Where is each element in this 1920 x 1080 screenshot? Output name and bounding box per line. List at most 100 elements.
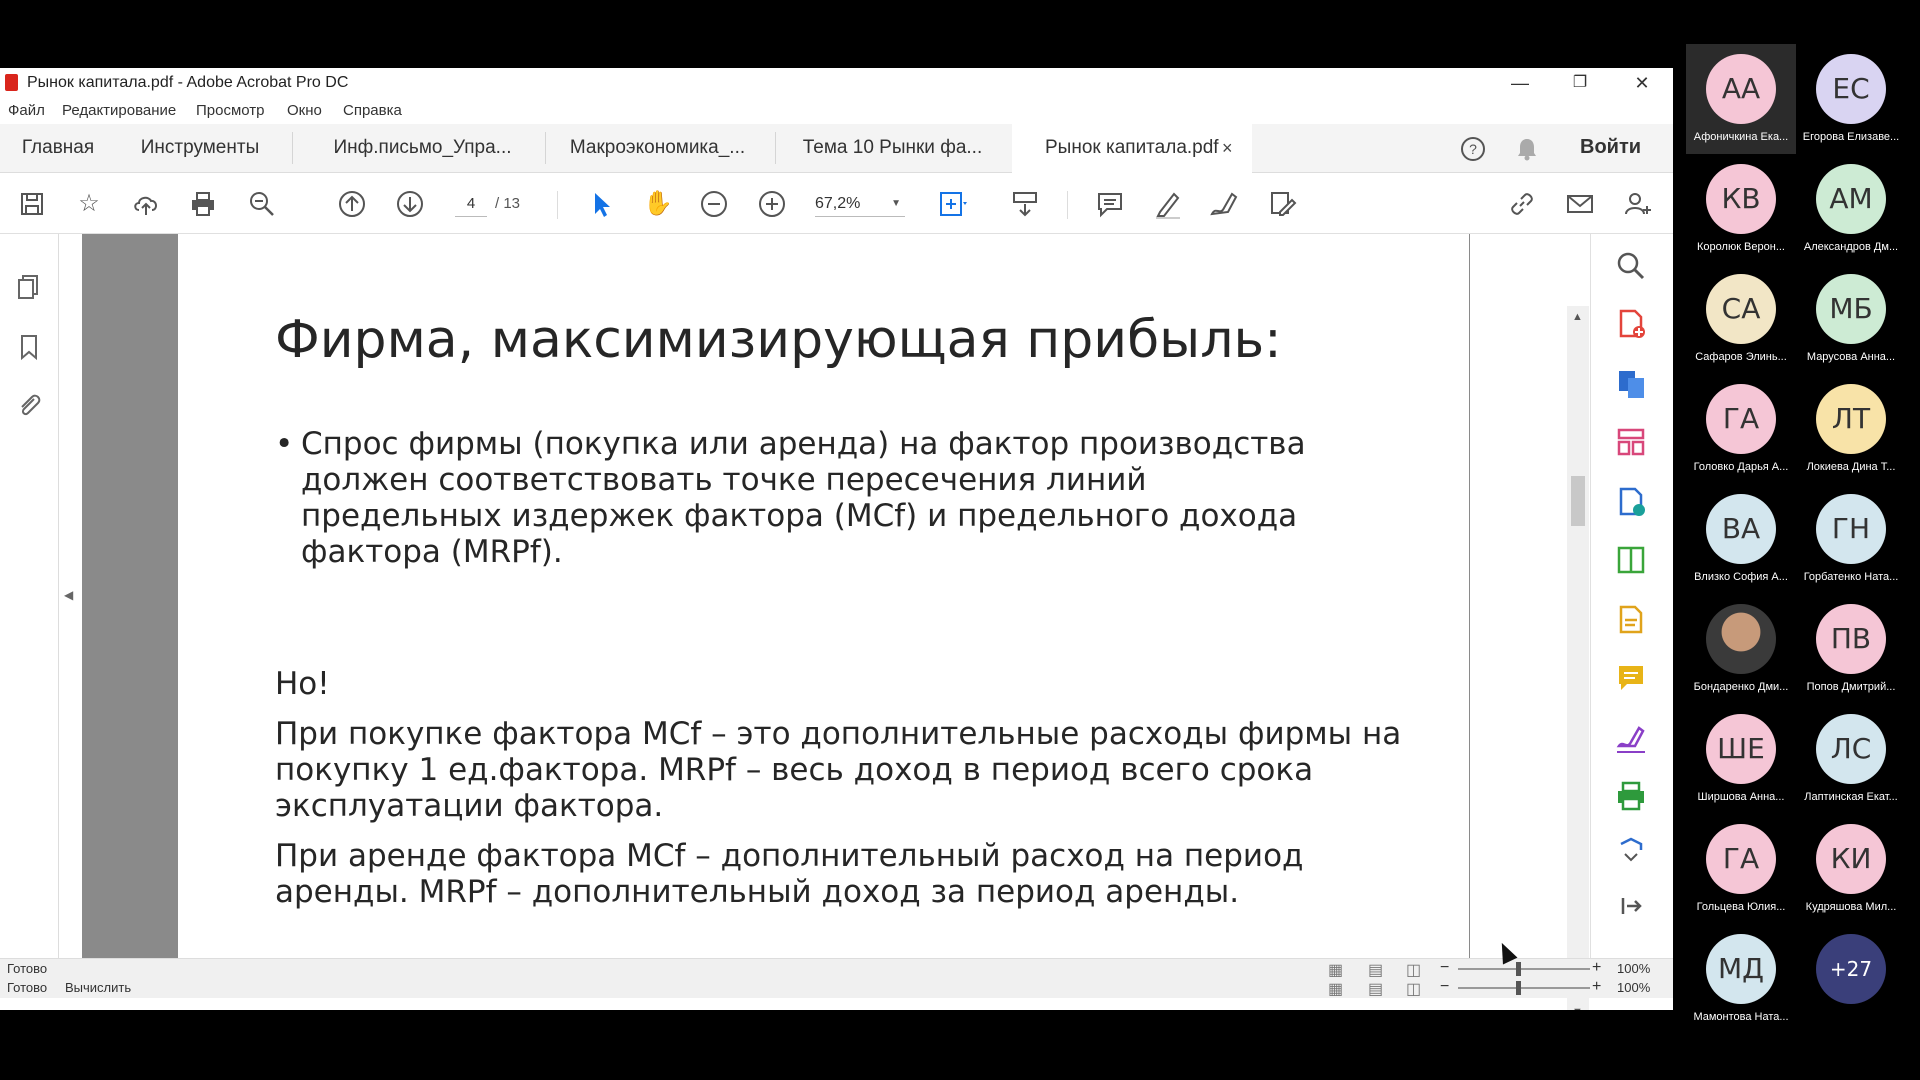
zoom-level-select[interactable]: 67,2% ▼ bbox=[815, 192, 905, 217]
participant-name: Мамонтова Ната... bbox=[1693, 1011, 1789, 1023]
login-button[interactable]: Войти bbox=[1580, 136, 1641, 159]
participant-tile[interactable]: КИ Кудряшова Мил... bbox=[1796, 814, 1906, 924]
menu-edit[interactable]: Редактирование bbox=[62, 102, 176, 119]
help-icon[interactable]: ? bbox=[1458, 134, 1488, 164]
participant-tile[interactable]: АА Афоничкина Ека... bbox=[1686, 44, 1796, 154]
participant-tile[interactable]: ЕС Егорова Елизаве... bbox=[1796, 44, 1906, 154]
collapse-left-panel-icon[interactable]: ◀ bbox=[64, 588, 73, 602]
previous-page-icon[interactable] bbox=[336, 188, 368, 220]
hand-tool-icon[interactable]: ✋ bbox=[642, 188, 674, 220]
scroll-mode-icon[interactable] bbox=[1009, 188, 1041, 220]
bell-icon[interactable] bbox=[1512, 134, 1542, 164]
participant-tile[interactable]: ПВ Попов Дмитрий... bbox=[1796, 594, 1906, 704]
tab-tools[interactable]: Инструменты bbox=[130, 124, 270, 172]
grid-view-icon[interactable]: ▦ bbox=[1328, 960, 1343, 980]
zoom-in-icon[interactable] bbox=[756, 188, 788, 220]
zoom-slider[interactable] bbox=[1458, 962, 1590, 976]
participant-tile[interactable]: ЛС Лаптинская Екат... bbox=[1796, 704, 1906, 814]
highlight-pen-icon[interactable] bbox=[1152, 188, 1184, 220]
participant-tile[interactable]: ГН Горбатенко Ната... bbox=[1796, 484, 1906, 594]
fit-page-icon[interactable] bbox=[936, 188, 968, 220]
participant-tile[interactable]: ВА Влизко София А... bbox=[1686, 484, 1796, 594]
vertical-scrollbar[interactable]: ▲ ▼ bbox=[1567, 306, 1589, 1010]
comment-tool-icon[interactable] bbox=[1613, 660, 1649, 696]
menu-view[interactable]: Просмотр bbox=[196, 102, 265, 119]
compare-files-icon[interactable] bbox=[1613, 542, 1649, 578]
participant-avatar: ГН bbox=[1816, 494, 1886, 564]
zoom-plus-button[interactable]: + bbox=[1592, 978, 1601, 996]
tab-close-icon[interactable]: × bbox=[1222, 124, 1233, 172]
tab-document-active[interactable]: Рынок капитала.pdf bbox=[1012, 124, 1252, 173]
zoom-out-icon[interactable] bbox=[698, 188, 730, 220]
search-icon[interactable] bbox=[1613, 248, 1649, 284]
cloud-upload-icon[interactable] bbox=[130, 188, 162, 220]
print-icon[interactable] bbox=[187, 188, 219, 220]
save-icon[interactable] bbox=[16, 188, 48, 220]
fill-and-sign-pen-icon[interactable] bbox=[1613, 720, 1649, 756]
zoom-search-icon[interactable] bbox=[246, 188, 278, 220]
bookmark-icon[interactable] bbox=[14, 332, 44, 362]
tab-home[interactable]: Главная bbox=[8, 124, 108, 172]
status-calculate[interactable]: Вычислить bbox=[65, 980, 131, 995]
star-icon[interactable]: ☆ bbox=[73, 188, 105, 220]
zoom-slider[interactable] bbox=[1458, 981, 1590, 995]
page-layout-icon[interactable]: ▤ bbox=[1368, 960, 1383, 980]
page-thumbnails-icon[interactable] bbox=[14, 272, 44, 302]
participant-tile[interactable]: КВ Королюк Верон... bbox=[1686, 154, 1796, 264]
participant-tile[interactable]: ЛТ Локиева Дина Т... bbox=[1796, 374, 1906, 484]
share-link-icon[interactable] bbox=[1506, 188, 1538, 220]
restore-button[interactable]: ❐ bbox=[1550, 68, 1610, 98]
export-pdf-icon[interactable] bbox=[1613, 366, 1649, 402]
scrollbar-thumb[interactable] bbox=[1571, 476, 1585, 526]
document-viewport[interactable]: Фирма, максимизирующая прибыль: • Спрос … bbox=[82, 234, 1470, 958]
scroll-up-icon[interactable]: ▲ bbox=[1572, 311, 1583, 323]
close-button[interactable]: ✕ bbox=[1612, 68, 1672, 98]
protect-icon[interactable] bbox=[1613, 834, 1649, 870]
page-break-icon[interactable]: ◫ bbox=[1406, 979, 1421, 999]
participant-name: Горбатенко Ната... bbox=[1803, 571, 1899, 583]
fill-sign-icon[interactable] bbox=[1613, 602, 1649, 638]
edit-pdf-icon[interactable] bbox=[1266, 188, 1298, 220]
toolbar: ☆ 4 / 13 ✋ 67,2% ▼ bbox=[0, 173, 1673, 234]
participant-tile[interactable]: СА Сафаров Элинь... bbox=[1686, 264, 1796, 374]
email-icon[interactable] bbox=[1564, 188, 1596, 220]
participant-tile[interactable]: МД Мамонтова Ната... bbox=[1686, 924, 1796, 1034]
participant-tile[interactable]: ШЕ Ширшова Анна... bbox=[1686, 704, 1796, 814]
organize-pages-icon[interactable] bbox=[1613, 424, 1649, 460]
sign-icon[interactable] bbox=[1208, 188, 1240, 220]
menu-file[interactable]: Файл bbox=[8, 102, 45, 119]
combine-files-icon[interactable] bbox=[1613, 484, 1649, 520]
grid-view-icon[interactable]: ▦ bbox=[1328, 979, 1343, 999]
participant-tile[interactable]: ГА Головко Дарья А... bbox=[1686, 374, 1796, 484]
expand-panel-icon[interactable] bbox=[1613, 888, 1649, 924]
zoom-minus-button[interactable]: − bbox=[1440, 959, 1449, 977]
add-user-icon[interactable] bbox=[1622, 188, 1654, 220]
scroll-down-icon[interactable]: ▼ bbox=[1572, 1006, 1583, 1010]
participant-avatar: ЛТ bbox=[1816, 384, 1886, 454]
select-cursor-icon[interactable] bbox=[584, 188, 616, 220]
tab-document-1[interactable]: Инф.письмо_Упра... bbox=[305, 124, 540, 172]
participant-tile[interactable]: Бондаренко Дми... bbox=[1686, 594, 1796, 704]
create-pdf-icon[interactable] bbox=[1613, 306, 1649, 342]
comment-icon[interactable] bbox=[1094, 188, 1126, 220]
menu-help[interactable]: Справка bbox=[343, 102, 402, 119]
zoom-plus-button[interactable]: + bbox=[1592, 959, 1601, 977]
participant-tile[interactable]: ГА Гольцева Юлия... bbox=[1686, 814, 1796, 924]
next-page-icon[interactable] bbox=[394, 188, 426, 220]
menu-window[interactable]: Окно bbox=[287, 102, 322, 119]
attachment-icon[interactable] bbox=[14, 390, 44, 420]
tab-document-3[interactable]: Тема 10 Рынки фа... bbox=[785, 124, 1000, 172]
more-participants-tile[interactable]: +27 bbox=[1796, 924, 1906, 1034]
zoom-slider-knob[interactable] bbox=[1516, 962, 1521, 976]
zoom-minus-button[interactable]: − bbox=[1440, 978, 1449, 996]
print-production-icon[interactable] bbox=[1613, 778, 1649, 814]
page-number-input[interactable]: 4 bbox=[455, 192, 487, 217]
page-layout-icon[interactable]: ▤ bbox=[1368, 979, 1383, 999]
minimize-button[interactable]: — bbox=[1490, 68, 1550, 98]
participant-tile[interactable]: МБ Марусова Анна... bbox=[1796, 264, 1906, 374]
participant-tile[interactable]: АМ Александров Дм... bbox=[1796, 154, 1906, 264]
zoom-slider-knob[interactable] bbox=[1516, 981, 1521, 995]
participant-name: Марусова Анна... bbox=[1806, 351, 1896, 363]
page-break-icon[interactable]: ◫ bbox=[1406, 960, 1421, 980]
tab-document-2[interactable]: Макроэкономика_... bbox=[550, 124, 765, 172]
